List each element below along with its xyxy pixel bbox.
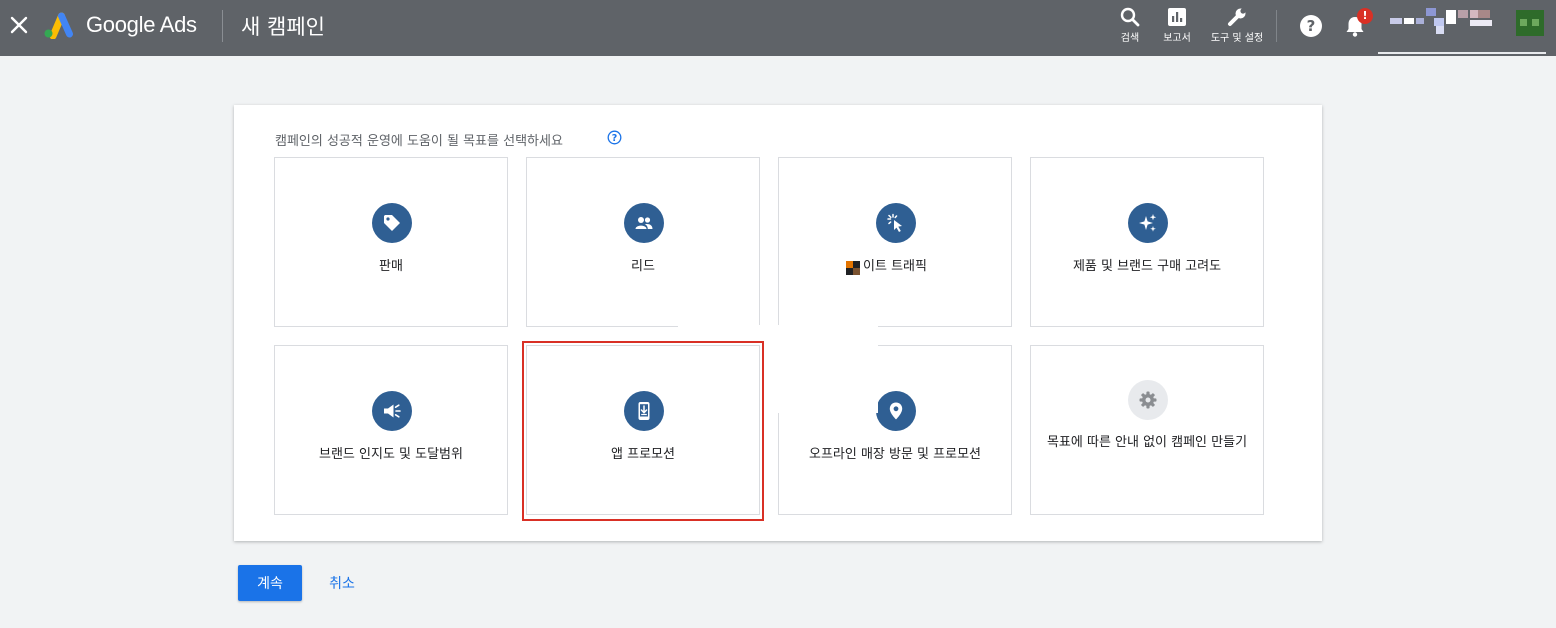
help-icon[interactable]: ? [1299, 14, 1323, 38]
campaign-goal-card: 캠페인의 성공적 운영에 도움이 될 목표를 선택하세요 ? 판매 리드 이트 … [234, 105, 1322, 541]
goal-tile-label: 앱 프로모션 [611, 447, 675, 462]
reports-label: 보고서 [1163, 33, 1191, 44]
toolbar-divider [1276, 10, 1277, 42]
pixelated-glyph [846, 261, 860, 275]
page-scrollbar[interactable] [1548, 56, 1556, 628]
goal-prompt: 캠페인의 성공적 운영에 도움이 될 목표를 선택하세요 [275, 134, 563, 149]
cursor-click-icon [876, 203, 916, 243]
reports-button[interactable]: 보고서 [1152, 6, 1202, 45]
render-artifact [766, 341, 878, 413]
render-artifact [678, 325, 878, 341]
goal-tile-app-promotion[interactable]: 앱 프로모션 [526, 345, 760, 515]
tag-icon [372, 203, 412, 243]
continue-button[interactable]: 계속 [238, 565, 302, 601]
top-app-bar: Google Ads 새 캠페인 검색 보고서 도구 및 설정 ? ! [0, 0, 1556, 56]
goal-tile-label: 제품 및 브랜드 구매 고려도 [1072, 259, 1222, 274]
search-label: 검색 [1120, 33, 1140, 44]
megaphone-icon [372, 391, 412, 431]
goal-tile-consideration[interactable]: 제품 및 브랜드 구매 고려도 [1030, 157, 1264, 327]
sparkle-icon [1128, 203, 1168, 243]
account-switcher[interactable] [1390, 8, 1502, 34]
bar-chart-icon [1168, 8, 1186, 26]
goal-tile-label: 이트 트래픽 [863, 259, 927, 274]
location-pin-icon [876, 391, 916, 431]
wrench-icon [1228, 8, 1246, 26]
goal-tile-label: 브랜드 인지도 및 도달범위 [319, 447, 463, 462]
gear-icon [1128, 380, 1168, 420]
goal-tile-leads[interactable]: 리드 [526, 157, 760, 327]
goal-tile-brand-awareness[interactable]: 브랜드 인지도 및 도달범위 [274, 345, 508, 515]
account-avatar[interactable] [1516, 10, 1544, 36]
goal-tile-label: 판매 [379, 259, 403, 274]
goal-tile-no-goal[interactable]: 목표에 따른 안내 없이 캠페인 만들기 [1030, 345, 1264, 515]
svg-text:?: ? [612, 133, 618, 144]
render-artifact [762, 213, 774, 337]
search-button[interactable]: 검색 [1105, 6, 1155, 45]
brand-name: Google Ads [86, 12, 197, 37]
header-divider [222, 10, 223, 42]
goal-tile-website-traffic[interactable]: 이트 트래픽 [778, 157, 1012, 327]
page-title: 새 캠페인 [241, 15, 325, 39]
cancel-button[interactable]: 취소 [314, 565, 370, 601]
people-icon [624, 203, 664, 243]
goal-tile-label: 목표에 따른 안내 없이 캠페인 만들기 [1046, 435, 1248, 450]
account-underline [1378, 52, 1546, 54]
svg-text:?: ? [1307, 17, 1316, 35]
close-icon[interactable] [8, 14, 30, 36]
tools-label: 도구 및 설정 [1210, 33, 1264, 44]
goal-tile-label: 오프라인 매장 방문 및 프로모션 [808, 447, 981, 462]
search-icon [1120, 7, 1140, 27]
tools-settings-button[interactable]: 도구 및 설정 [1207, 6, 1267, 45]
phone-download-icon [624, 391, 664, 431]
help-circle-icon[interactable]: ? [607, 130, 622, 145]
notification-badge: ! [1357, 8, 1373, 24]
goal-tile-label: 리드 [631, 259, 655, 274]
google-ads-logo [44, 12, 73, 39]
goal-tile-sales[interactable]: 판매 [274, 157, 508, 327]
